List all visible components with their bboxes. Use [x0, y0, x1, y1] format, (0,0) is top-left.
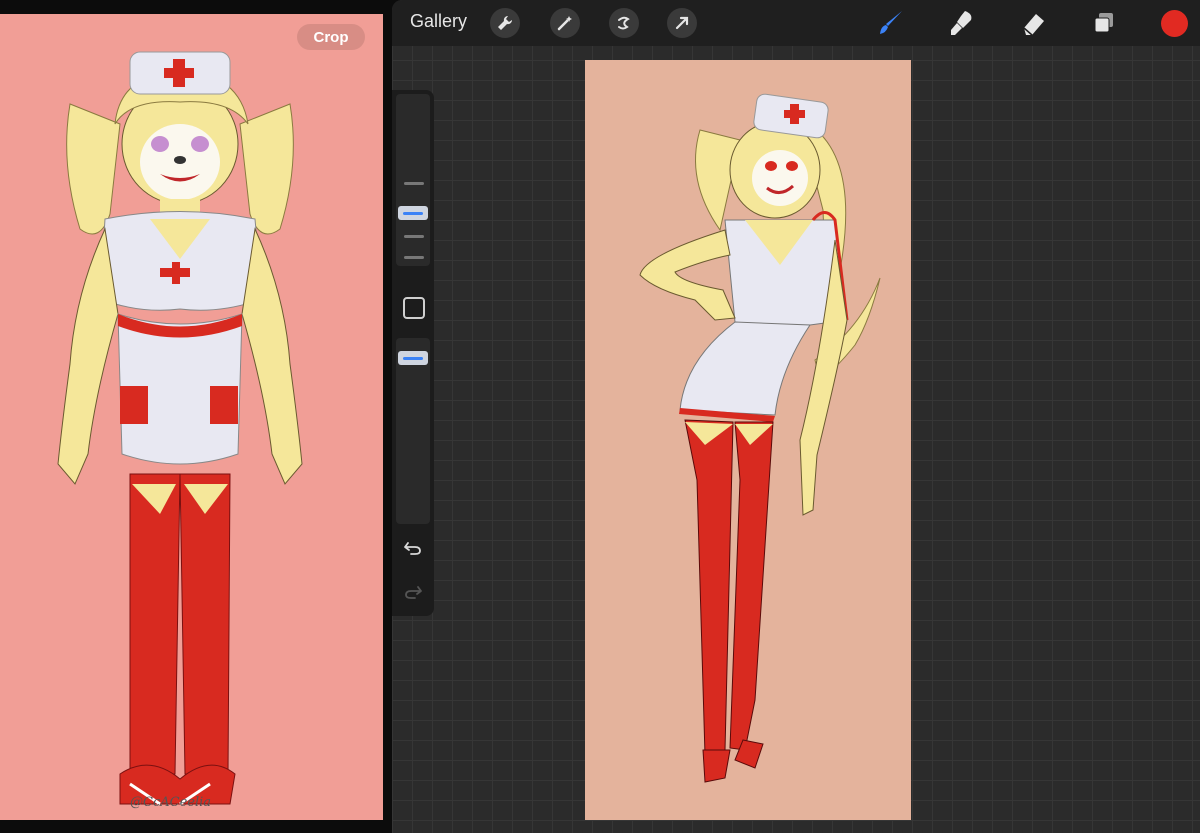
slider-tick	[404, 182, 424, 185]
selection-icon	[618, 16, 630, 30]
drawing-workspace[interactable]: Gallery	[392, 0, 1200, 833]
layers-button[interactable]	[1087, 6, 1121, 40]
smudge-tool-button[interactable]	[945, 6, 979, 40]
undo-icon[interactable]	[403, 539, 423, 557]
brush-tool-button[interactable]	[874, 6, 908, 40]
eraser-icon	[1023, 14, 1044, 36]
canvas-character-illustration	[639, 93, 881, 783]
slider-tick	[404, 256, 424, 259]
sidebar-panel	[392, 90, 434, 616]
drawing-canvas[interactable]	[585, 60, 911, 820]
wrench-icon	[498, 15, 513, 30]
magic-wand-icon	[557, 16, 572, 31]
transform-arrow-icon	[675, 16, 689, 30]
brush-icon	[880, 11, 902, 34]
slider-tick	[404, 235, 424, 238]
opacity-slider-knob[interactable]	[398, 351, 428, 365]
modify-button[interactable]	[403, 297, 425, 319]
eraser-tool-button[interactable]	[1016, 6, 1050, 40]
color-picker-button[interactable]	[1161, 10, 1188, 37]
actions-button[interactable]	[490, 8, 520, 38]
brush-size-slider[interactable]	[396, 94, 430, 266]
layers-icon	[1094, 13, 1113, 33]
artist-signature: @CcACeelia	[130, 795, 212, 810]
transform-button[interactable]	[667, 8, 697, 38]
brush-size-slider-knob[interactable]	[398, 206, 428, 220]
top-toolbar: Gallery	[392, 0, 1200, 46]
gallery-button[interactable]: Gallery	[410, 11, 467, 32]
redo-icon[interactable]	[403, 583, 423, 601]
opacity-slider[interactable]	[396, 338, 430, 524]
crop-button[interactable]: Crop	[297, 24, 365, 50]
selection-button[interactable]	[609, 8, 639, 38]
reference-character-illustration	[57, 51, 303, 806]
adjustments-button[interactable]	[550, 8, 580, 38]
smudge-icon	[951, 11, 972, 35]
reference-image-pane[interactable]: Crop @CcACeelia	[0, 14, 383, 820]
